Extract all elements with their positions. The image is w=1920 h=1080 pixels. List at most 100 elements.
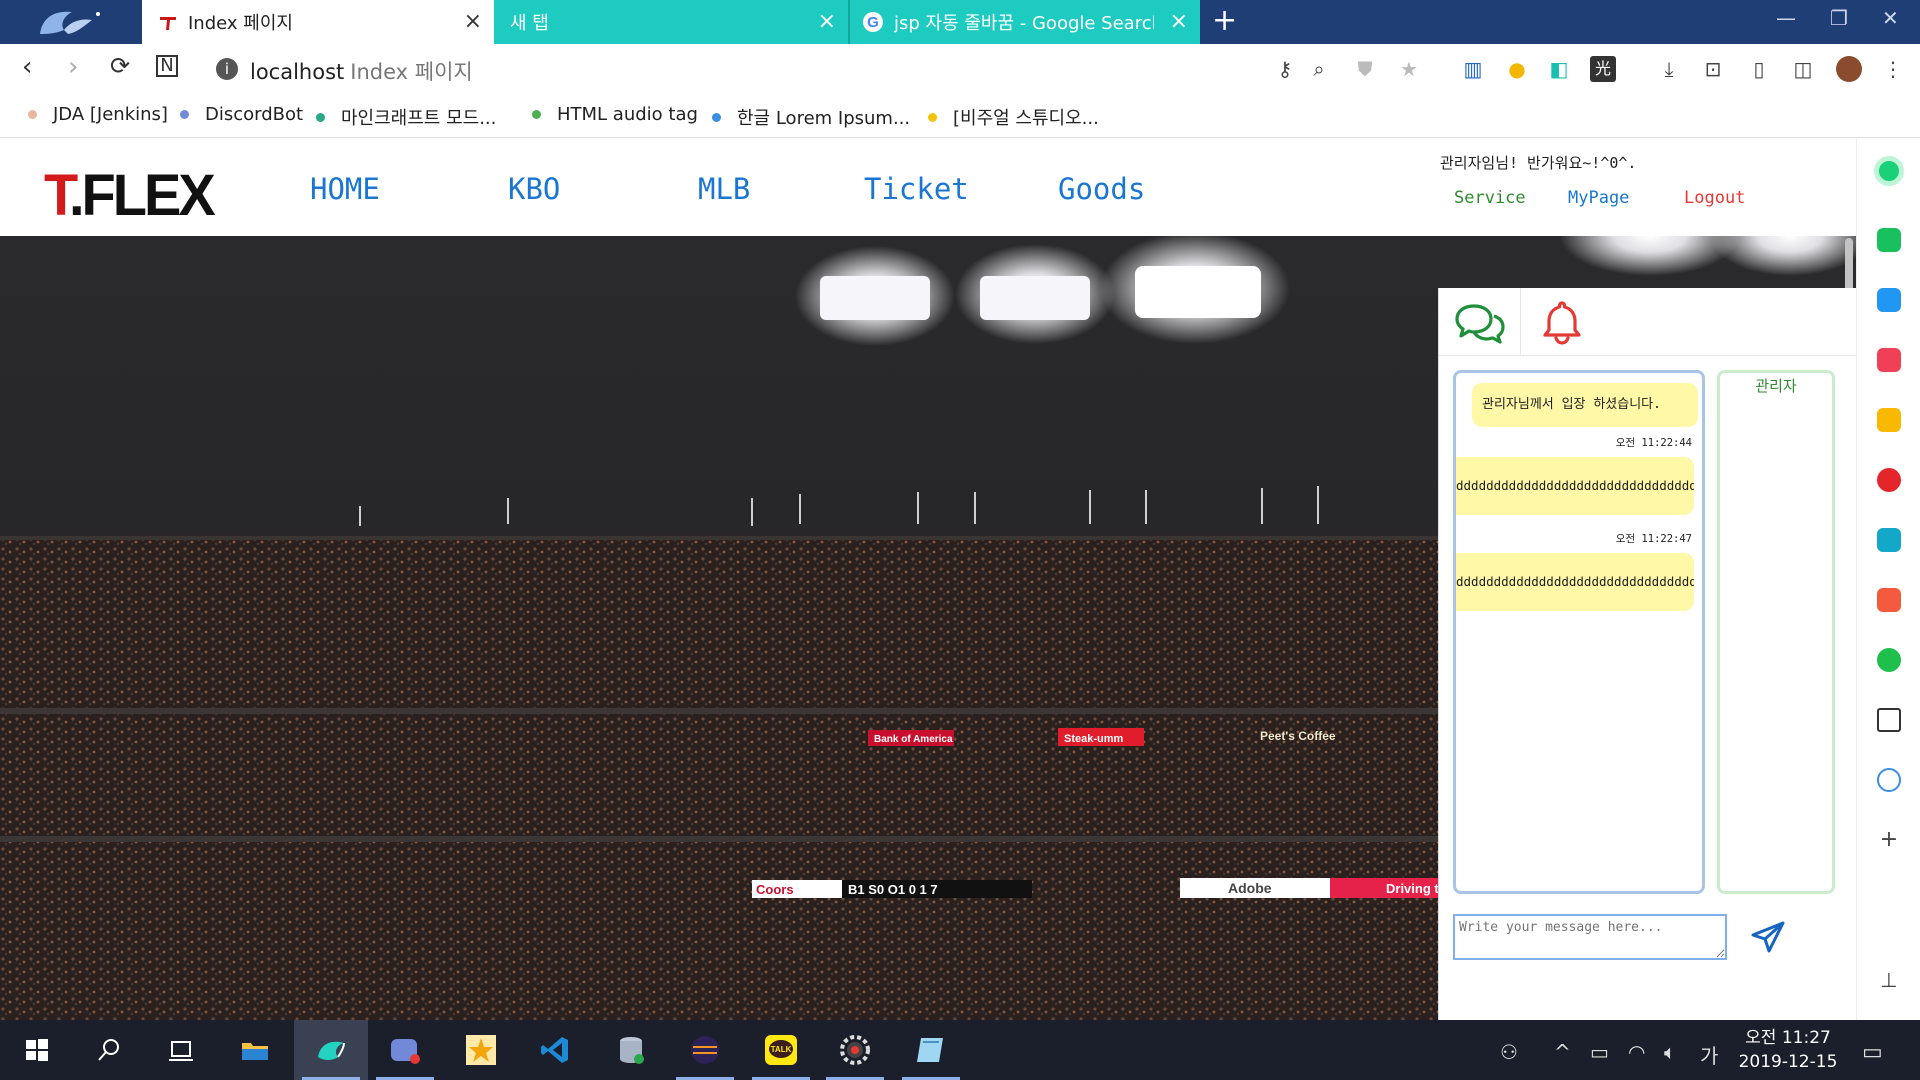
- bookmark-minecraft[interactable]: 마인크래프트 모드...: [316, 104, 496, 130]
- taskbar-kakaotalk[interactable]: TALK: [744, 1020, 818, 1080]
- bookmark-favicon-icon: [316, 112, 325, 122]
- volume-icon[interactable]: 🔈︎: [1664, 1040, 1676, 1064]
- chat-user[interactable]: 관리자: [1720, 375, 1832, 396]
- tab-new-tab[interactable]: 새 탭 ×: [494, 0, 848, 44]
- bookmark-label: HTML audio tag: [557, 104, 698, 125]
- logo-letter: T: [44, 161, 72, 228]
- taskbar-notes-app[interactable]: [894, 1020, 968, 1080]
- chat-tab-notifications[interactable]: [1521, 288, 1603, 356]
- wifi-icon[interactable]: ◠: [1628, 1040, 1645, 1064]
- star-icon[interactable]: ★: [1396, 56, 1422, 82]
- taskbar-database-app[interactable]: [594, 1020, 668, 1080]
- system-clock[interactable]: 오전 11:27 2019-12-15: [1732, 1026, 1844, 1074]
- extension-yellow-icon[interactable]: ●: [1504, 56, 1530, 82]
- chat-tabs: [1439, 288, 1857, 356]
- send-button[interactable]: [1747, 918, 1789, 956]
- menu-icon[interactable]: ⋮: [1880, 56, 1906, 82]
- battery-icon[interactable]: ▭: [1590, 1040, 1609, 1064]
- back-icon[interactable]: ‹: [22, 52, 32, 82]
- service-link[interactable]: Service: [1454, 188, 1526, 208]
- url-page-title: Index 페이지: [350, 60, 473, 84]
- taskbar-vscode[interactable]: [518, 1020, 592, 1080]
- reader-mode-icon[interactable]: N: [156, 55, 178, 77]
- taskbar-explorer[interactable]: [218, 1020, 292, 1080]
- tab-index[interactable]: Index 페이지 ×: [142, 0, 494, 44]
- bookmark-lorem-ipsum[interactable]: 한글 Lorem Ipsum...: [712, 104, 910, 130]
- taskbar-whale-browser[interactable]: [294, 1020, 368, 1080]
- extension-dark-icon[interactable]: 光: [1590, 56, 1616, 82]
- bookmark-favicon-icon: [180, 110, 189, 119]
- folder-icon: [242, 1043, 268, 1060]
- extension-teal-icon[interactable]: ◧: [1546, 56, 1572, 82]
- library-icon[interactable]: ▥: [1460, 56, 1486, 82]
- people-icon[interactable]: ⚇: [1500, 1040, 1518, 1064]
- nav-ticket[interactable]: Ticket: [864, 172, 969, 206]
- taskbar-discord[interactable]: [368, 1020, 442, 1080]
- green-app-icon[interactable]: [1877, 648, 1901, 672]
- tab-title: jsp 자동 줄바꿈 - Google Search: [894, 13, 1154, 34]
- chat-message-list[interactable]: 관리자님께서 입장 하셨습니다. 오전 11:22:44 ddddddddddd…: [1453, 370, 1705, 894]
- split-view-icon[interactable]: ◫: [1790, 56, 1816, 82]
- profile-avatar[interactable]: [1836, 56, 1862, 82]
- close-window-icon[interactable]: ✕: [1882, 6, 1899, 30]
- chat-message-input[interactable]: [1453, 914, 1727, 960]
- nav-mlb[interactable]: MLB: [698, 172, 750, 206]
- close-tab-icon[interactable]: ×: [464, 10, 482, 34]
- search-button[interactable]: [72, 1020, 146, 1080]
- translate-app-icon[interactable]: [1877, 528, 1901, 552]
- ad-sign-text: Driving t: [1386, 881, 1439, 896]
- bookmark-discordbot[interactable]: DiscordBot: [180, 104, 303, 125]
- reload-icon[interactable]: ⟳: [110, 52, 130, 80]
- url-field[interactable]: localhost Index 페이지: [250, 56, 473, 86]
- logo-text: .FLEX: [69, 161, 216, 228]
- close-tab-icon[interactable]: ×: [818, 10, 836, 34]
- stadium-flags: [359, 486, 1319, 526]
- gear-icon: [840, 1035, 870, 1065]
- pin-icon[interactable]: ⊥: [1877, 968, 1901, 992]
- music-app-icon[interactable]: [1877, 468, 1901, 492]
- minimize-icon[interactable]: —: [1776, 6, 1796, 30]
- new-tab-button[interactable]: +: [1212, 6, 1237, 36]
- nav-kbo[interactable]: KBO: [508, 172, 560, 206]
- shield-icon[interactable]: ⛊: [1352, 56, 1378, 82]
- restore-icon[interactable]: ❐: [1830, 6, 1848, 30]
- zoom-icon[interactable]: ⌕: [1306, 56, 1332, 82]
- tab-google-search[interactable]: G jsp 자동 줄바꿈 - Google Search ×: [848, 0, 1200, 44]
- action-center-icon[interactable]: ▭: [1862, 1040, 1883, 1065]
- database-icon: [620, 1037, 644, 1064]
- download-icon[interactable]: ⤓: [1656, 56, 1682, 82]
- talk-app-icon[interactable]: [1877, 228, 1901, 252]
- taskbar-star-app[interactable]: [444, 1020, 518, 1080]
- show-hidden-icons[interactable]: ^: [1554, 1040, 1571, 1064]
- screenshot-icon[interactable]: ⊡: [1700, 56, 1726, 82]
- taskbar-settings-app[interactable]: [818, 1020, 892, 1080]
- share-app-icon[interactable]: [1877, 588, 1901, 612]
- taskbar-eclipse[interactable]: [668, 1020, 742, 1080]
- mypage-link[interactable]: MyPage: [1568, 188, 1629, 208]
- add-app-icon[interactable]: +: [1877, 828, 1901, 852]
- task-view-button[interactable]: [144, 1020, 218, 1080]
- tflex-logo[interactable]: T.FLEX: [44, 160, 216, 228]
- sidebar-icon[interactable]: ▯: [1746, 56, 1772, 82]
- weather-app-icon[interactable]: [1877, 768, 1901, 792]
- nav-home[interactable]: HOME: [310, 172, 380, 206]
- site-info-icon[interactable]: i: [216, 58, 238, 80]
- calendar-app-icon[interactable]: [1877, 288, 1901, 312]
- system-message: 관리자님께서 입장 하셨습니다.: [1472, 383, 1698, 427]
- start-button[interactable]: [0, 1020, 74, 1080]
- bookmark-jenkins[interactable]: JDA [Jenkins]: [28, 104, 168, 125]
- pocket-app-icon[interactable]: [1877, 348, 1901, 372]
- nav-goods[interactable]: Goods: [1058, 172, 1145, 206]
- notes-app-icon[interactable]: [1877, 708, 1901, 732]
- key-icon[interactable]: ⚷: [1272, 56, 1298, 82]
- circle-app-icon[interactable]: [1874, 156, 1904, 186]
- bookmark-visual-studio[interactable]: [비주얼 스튜디오...: [928, 104, 1099, 130]
- logout-link[interactable]: Logout: [1684, 188, 1745, 208]
- close-tab-icon[interactable]: ×: [1170, 10, 1188, 34]
- bookmark-star-app-icon[interactable]: [1877, 408, 1901, 432]
- forward-icon[interactable]: ›: [68, 52, 78, 82]
- url-host: localhost: [250, 60, 345, 84]
- ime-indicator[interactable]: 가: [1700, 1040, 1718, 1069]
- bookmark-html-audio[interactable]: HTML audio tag: [532, 104, 698, 125]
- chat-tab-messages[interactable]: [1439, 288, 1521, 356]
